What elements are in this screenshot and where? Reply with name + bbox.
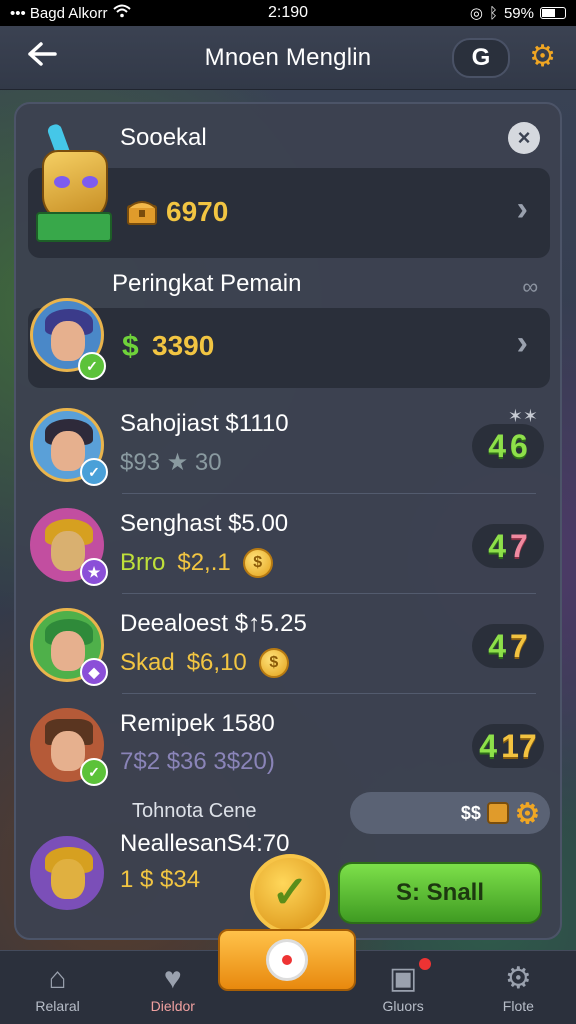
- chevron-right-icon: ›: [516, 190, 528, 228]
- wifi-icon: [113, 4, 132, 22]
- check-badge-icon: ✓: [80, 758, 108, 786]
- record-icon: [266, 939, 308, 981]
- gear-icon[interactable]: ⚙: [515, 797, 540, 830]
- gear-icon: ⚙: [504, 961, 532, 995]
- team-code-value: $$: [460, 802, 481, 823]
- send-button[interactable]: S: Snall: [338, 862, 542, 924]
- treasure-chest-icon: [486, 802, 509, 824]
- camera-icon: ▣: [388, 961, 418, 995]
- player-rank-card[interactable]: $ 3390 ›: [28, 308, 550, 388]
- status-bar: ••• Bagd Alkorr 2:190 ◎ ᛒ 59%: [0, 0, 576, 26]
- score-badge: 47: [472, 524, 544, 568]
- carrier-label: ••• Bagd Alkorr: [10, 4, 108, 22]
- player-stats: 7$2 $36 3$20): [120, 748, 275, 775]
- g-button[interactable]: G: [452, 38, 510, 78]
- player-coins: $6,10: [186, 649, 247, 676]
- confirm-button[interactable]: ✓: [250, 854, 330, 934]
- coin-icon: $: [242, 548, 273, 578]
- back-button[interactable]: [22, 40, 62, 76]
- location-icon: ◎: [469, 5, 483, 22]
- player-tag: Skad: [120, 649, 175, 676]
- score-badge: 47: [472, 624, 544, 668]
- nav-item-camera[interactable]: ▣ Gluors: [353, 957, 453, 1014]
- player-name: Remipek 1580: [120, 710, 275, 737]
- close-icon: ×: [517, 125, 531, 150]
- leaderboard-panel: × Sooekal 6970 › Peringkat Pemain ∞ $ 33…: [14, 102, 562, 940]
- battery-percent: 59%: [503, 4, 534, 22]
- guild-emblem-icon: [32, 122, 122, 254]
- score-badge: 46: [472, 424, 544, 468]
- bluetooth-icon: ᛒ: [488, 4, 498, 22]
- arrow-left-icon: [27, 40, 57, 73]
- chevron-right-icon: ›: [516, 324, 528, 362]
- avatar: [30, 836, 104, 910]
- check-icon: ✓: [271, 868, 309, 917]
- nav-item-favorites[interactable]: ♥ Dieldor: [123, 962, 223, 1014]
- player-coins: $2,.1: [177, 549, 231, 576]
- list-item[interactable]: ◆ Deealoest $↑5.25 Skad $6,10 $ 47: [26, 598, 552, 694]
- treasure-chest-icon: [126, 196, 158, 231]
- team-code-label: Tohnota Cene: [132, 800, 257, 822]
- player-name: NeallesanS4:70: [120, 830, 290, 857]
- player-coins: 1 $ $34: [120, 866, 201, 893]
- player-name: Senghast $5.00: [120, 510, 289, 537]
- close-button[interactable]: ×: [508, 122, 540, 154]
- center-action-button[interactable]: [218, 929, 356, 991]
- rank-value: 3390: [152, 330, 215, 361]
- nav-item-settings[interactable]: ⚙ Flote: [468, 962, 568, 1014]
- list-item[interactable]: ✓ Sahojiast $1110 $93 ★ 30 ✶✶ 46: [26, 398, 552, 494]
- home-icon: ⌂: [48, 961, 67, 995]
- section-title-top: Sooekal: [120, 124, 207, 151]
- star-badge-icon: ★: [80, 558, 108, 586]
- coin-icon: $: [258, 648, 289, 678]
- notification-dot: [419, 957, 432, 970]
- score-badge: 4 17: [472, 724, 544, 768]
- player-name: Deealoest $↑5.25: [120, 610, 307, 637]
- page-title: Mnoen Menglin: [204, 43, 372, 71]
- list-item[interactable]: ★ Senghast $5.00 Brro $2,.1 $ 47: [26, 498, 552, 594]
- check-badge-icon: ✓: [78, 352, 106, 380]
- player-tag: Brro: [120, 549, 166, 576]
- dollar-icon: $: [122, 330, 139, 363]
- player-name: Sahojiast $1110: [120, 410, 289, 437]
- heart-icon: ♥: [163, 961, 182, 995]
- nav-item-home[interactable]: ⌂ Relaral: [8, 962, 108, 1014]
- section-title-rank: Peringkat Pemain: [112, 270, 302, 297]
- settings-gear-icon[interactable]: ⚙: [529, 40, 556, 74]
- bottom-nav: ⌂ Relaral ♥ Dieldor ▣ Gluors ⚙ Flote: [0, 929, 576, 1024]
- player-stats: $93 ★ 30: [120, 449, 222, 476]
- battery-icon: [540, 7, 566, 19]
- gem-badge-icon: ◆: [80, 658, 108, 686]
- list-item[interactable]: ✓ Remipek 1580 7$2 $36 3$20) 4 17: [26, 698, 552, 794]
- app-header: Mnoen Menglin G ⚙: [0, 26, 576, 90]
- reward-value: 6970: [166, 196, 229, 227]
- check-badge-icon: ✓: [80, 458, 108, 486]
- options-icon[interactable]: ∞: [522, 274, 538, 300]
